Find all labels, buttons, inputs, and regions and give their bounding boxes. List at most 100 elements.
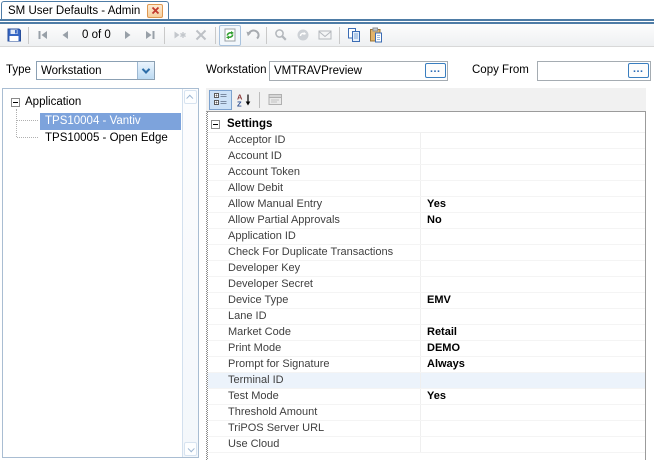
property-row[interactable]: Device Type EMV	[206, 293, 645, 309]
property-row[interactable]: Threshold Amount	[206, 405, 645, 421]
print-preview-icon	[273, 27, 289, 43]
property-row-indent	[206, 373, 224, 388]
collapse-icon[interactable]	[11, 98, 20, 107]
property-row[interactable]: Use Cloud	[206, 437, 645, 453]
first-record-button[interactable]	[32, 25, 54, 46]
property-value	[421, 437, 645, 452]
property-value	[421, 181, 645, 196]
copy-from-browse-button[interactable]: …	[628, 63, 649, 78]
property-value: Retail	[421, 325, 645, 340]
property-row-indent	[206, 405, 224, 420]
alphabetical-sort-button[interactable]: A Z	[232, 90, 255, 110]
workstation-input[interactable]	[269, 61, 448, 81]
refresh-button[interactable]	[219, 25, 241, 46]
property-row[interactable]: Acceptor ID	[206, 133, 645, 149]
tab-sm-user-defaults[interactable]: SM User Defaults - Admin	[1, 1, 169, 19]
property-row[interactable]: Developer Secret	[206, 277, 645, 293]
property-value	[421, 309, 645, 324]
property-name: Device Type	[224, 293, 421, 308]
property-name: Application ID	[224, 229, 421, 244]
email-button[interactable]	[314, 25, 336, 46]
help-button[interactable]	[292, 25, 314, 46]
toolbar-separator	[339, 27, 340, 44]
type-dropdown-button[interactable]	[137, 62, 154, 79]
az-sort-icon: A Z	[236, 93, 252, 107]
toolbar-separator	[28, 27, 29, 44]
undo-button[interactable]	[241, 25, 263, 46]
tree-scrollbar[interactable]	[182, 89, 198, 457]
property-name: Account Token	[224, 165, 421, 180]
property-row-indent	[206, 357, 224, 372]
last-record-button[interactable]	[139, 25, 161, 46]
property-row[interactable]: Allow Manual Entry Yes	[206, 197, 645, 213]
previous-record-button[interactable]	[54, 25, 76, 46]
copy-button[interactable]	[343, 25, 365, 46]
app-window: SM User Defaults - Admin	[0, 0, 654, 460]
property-row[interactable]: Allow Partial Approvals No	[206, 213, 645, 229]
property-row[interactable]: Check For Duplicate Transactions	[206, 245, 645, 261]
print-preview-button[interactable]	[270, 25, 292, 46]
property-row[interactable]: TriPOS Server URL	[206, 421, 645, 437]
property-row-indent	[206, 389, 224, 404]
property-row-indent	[206, 421, 224, 436]
workstation-label: Workstation	[206, 64, 267, 76]
workstation-browse-button[interactable]: …	[425, 63, 446, 78]
property-row[interactable]: Print Mode DEMO	[206, 341, 645, 357]
property-row-indent	[206, 277, 224, 292]
property-row-indent	[206, 229, 224, 244]
tab-close-button[interactable]	[147, 4, 163, 18]
property-name: Allow Partial Approvals	[224, 213, 421, 228]
property-row-indent	[206, 309, 224, 324]
application-tree-panel: Application TPS10004 - Vantiv TPS10005 -…	[2, 88, 199, 458]
property-row[interactable]: Terminal ID	[206, 373, 645, 389]
last-record-icon	[142, 27, 158, 43]
property-row[interactable]: Application ID	[206, 229, 645, 245]
paste-icon	[368, 27, 384, 43]
delete-record-button[interactable]	[190, 25, 212, 46]
new-record-button[interactable]	[168, 25, 190, 46]
property-row-indent	[206, 133, 224, 148]
property-name: Terminal ID	[224, 373, 421, 388]
property-row[interactable]: Account ID	[206, 149, 645, 165]
toolbar-separator	[164, 27, 165, 44]
property-value	[421, 421, 645, 436]
chevron-down-icon	[188, 445, 195, 452]
paste-button[interactable]	[365, 25, 387, 46]
tree-item[interactable]: TPS10005 - Open Edge	[40, 130, 181, 147]
tree-root-application[interactable]: Application	[11, 96, 81, 108]
property-row[interactable]: Allow Debit	[206, 181, 645, 197]
property-row[interactable]: Lane ID	[206, 309, 645, 325]
property-row-indent	[206, 213, 224, 228]
categorized-view-button[interactable]	[209, 90, 232, 110]
save-icon	[6, 27, 22, 43]
new-record-icon	[171, 27, 187, 43]
property-row[interactable]: Test Mode Yes	[206, 389, 645, 405]
scroll-down-button[interactable]	[184, 442, 197, 456]
tree-item[interactable]: TPS10004 - Vantiv	[40, 113, 181, 130]
next-record-button[interactable]	[117, 25, 139, 46]
tree-item-label: TPS10005 - Open Edge	[45, 132, 168, 144]
save-button[interactable]	[3, 25, 25, 46]
help-icon	[295, 27, 311, 43]
type-select[interactable]: Workstation	[36, 61, 155, 80]
property-pages-button[interactable]	[264, 90, 287, 110]
property-name: Allow Debit	[224, 181, 421, 196]
category-row-settings[interactable]: Settings	[206, 116, 645, 133]
property-name: Market Code	[224, 325, 421, 340]
property-pages-icon	[268, 93, 283, 106]
property-value: DEMO	[421, 341, 645, 356]
property-row[interactable]: Account Token	[206, 165, 645, 181]
property-name: Check For Duplicate Transactions	[224, 245, 421, 260]
scroll-up-button[interactable]	[184, 90, 197, 104]
collapse-icon[interactable]	[211, 120, 220, 129]
property-row[interactable]: Prompt for Signature Always	[206, 357, 645, 373]
property-grid-panel: A Z Settings Accepto	[206, 88, 646, 460]
property-value	[421, 277, 645, 292]
tab-underline-top	[0, 19, 654, 21]
property-row[interactable]: Developer Key	[206, 261, 645, 277]
property-grid-toolbar: A Z	[206, 88, 646, 111]
property-name: Use Cloud	[224, 437, 421, 452]
property-value: EMV	[421, 293, 645, 308]
copy-from-field-wrap: …	[537, 61, 651, 81]
property-row[interactable]: Market Code Retail	[206, 325, 645, 341]
